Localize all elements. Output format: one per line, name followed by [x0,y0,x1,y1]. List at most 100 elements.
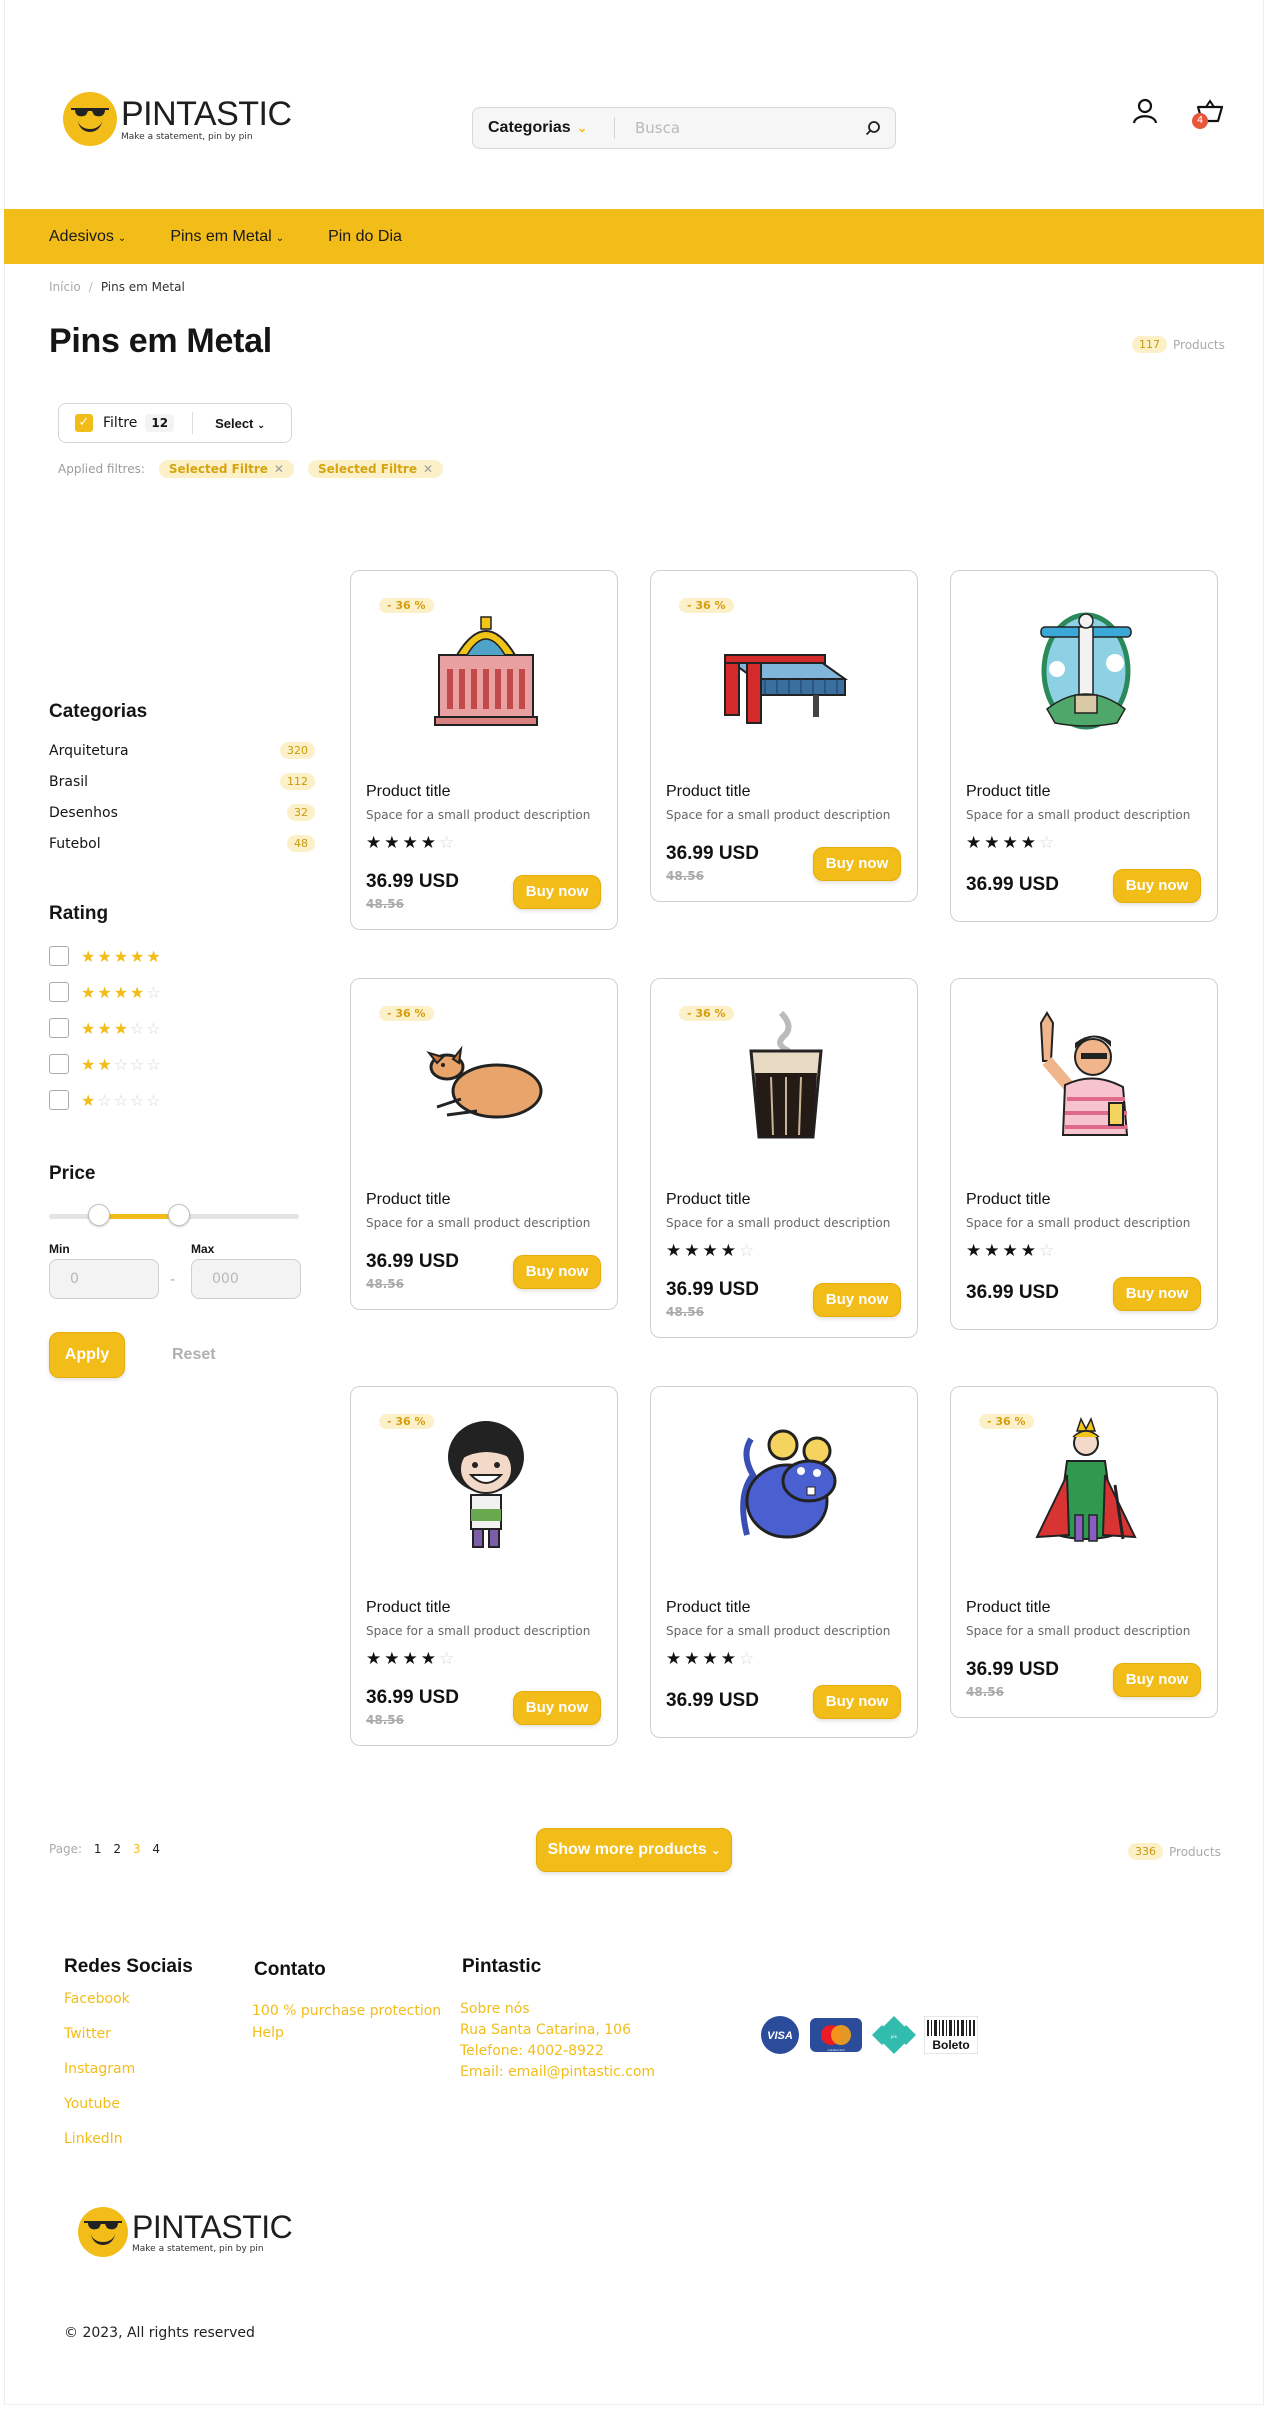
filter-select[interactable]: Select ⌄ [215,416,265,431]
rating-filter-2[interactable]: ★★☆☆☆ [49,1054,163,1074]
search-input[interactable] [635,119,865,137]
user-icon[interactable] [1131,97,1159,125]
footer-link-youtube[interactable]: Youtube [64,2096,120,2112]
product-title[interactable]: Product title [666,1191,750,1209]
close-icon[interactable]: ✕ [423,462,433,476]
brand-name: PINTASTIC [132,2208,293,2245]
footer-email[interactable]: Email: email@pintastic.com [460,2064,655,2080]
rating-filter-3[interactable]: ★★★☆☆ [49,1018,163,1038]
product-card[interactable]: - 36 % Product title Space for a small p… [350,570,618,930]
filter-checkbox[interactable]: ✓ [75,414,93,432]
product-card[interactable]: - 36 % Product title Space for a small p… [350,978,618,1310]
buy-now-button[interactable]: Buy now [513,1691,601,1725]
page-link-4[interactable]: 4 [152,1842,160,1856]
product-price: 36.99 USD [666,843,759,864]
close-icon[interactable]: ✕ [274,462,284,476]
category-futebol[interactable]: Futebol 48 [49,835,315,852]
footer-link-facebook[interactable]: Facebook [64,1991,130,2007]
buy-now-button[interactable]: Buy now [513,875,601,909]
footer-link-about[interactable]: Sobre nós [460,2001,530,2017]
footer-link-linkedin[interactable]: LinkedIn [64,2131,123,2147]
product-title[interactable]: Product title [666,1599,750,1617]
rating-checkbox[interactable] [49,1018,69,1038]
buy-now-button[interactable]: Buy now [813,847,901,881]
product-card[interactable]: Product title Space for a small product … [950,570,1218,922]
buy-now-button[interactable]: Buy now [1113,1277,1201,1311]
product-card[interactable]: Product title Space for a small product … [650,1386,918,1738]
slider-min-handle[interactable] [88,1204,110,1226]
product-description: Space for a small product description [366,808,591,822]
product-price: 36.99 USD [666,1690,759,1711]
buy-now-button[interactable]: Buy now [813,1685,901,1719]
product-title[interactable]: Product title [966,1191,1050,1209]
buy-now-button[interactable]: Buy now [813,1283,901,1317]
cart-count-badge: 4 [1192,113,1208,129]
page-title: Pins em Metal [49,322,272,360]
svg-text:VISA: VISA [767,2030,793,2042]
page-link-2[interactable]: 2 [113,1842,121,1856]
nav-item-pin-do-dia[interactable]: Pin do Dia [328,228,402,246]
product-price: 36.99 USD [666,1279,759,1300]
apply-button[interactable]: Apply [49,1332,125,1378]
product-title[interactable]: Product title [366,1599,450,1617]
rating-checkbox[interactable] [49,946,69,966]
product-card[interactable]: Product title Space for a small product … [950,978,1218,1330]
product-price: 36.99 USD [966,1282,1059,1303]
star-rating: ★★★★☆ [666,1649,758,1669]
rating-filter-4[interactable]: ★★★★☆ [49,982,163,1002]
christ-redeemer-pin-image [1040,612,1132,730]
product-card[interactable]: - 36 % Product title Space for a small p… [350,1386,618,1746]
category-desenhos[interactable]: Desenhos 32 [49,804,315,821]
applied-filter-tag[interactable]: Selected Filtre ✕ [158,460,294,478]
brand-name: PINTASTIC [121,94,292,133]
chevron-down-icon: ⌄ [577,121,588,135]
footer-link-help[interactable]: Help [252,2025,284,2041]
star-rating: ★★★★☆ [666,1241,758,1261]
price-min-input[interactable] [49,1259,159,1299]
nav-item-adesivos[interactable]: Adesivos ⌄ [49,228,126,246]
page-link-1[interactable]: 1 [94,1842,102,1856]
product-title[interactable]: Product title [966,1599,1050,1617]
product-title[interactable]: Product title [966,783,1050,801]
rating-filter-1[interactable]: ★☆☆☆☆ [49,1090,163,1110]
breadcrumb: Início / Pins em Metal [49,280,185,294]
product-title[interactable]: Product title [366,783,450,801]
show-more-products-button[interactable]: Show more products ⌄ [536,1828,732,1872]
product-card[interactable]: - 36 % Product title Space for a small p… [650,570,918,902]
slider-max-handle[interactable] [168,1204,190,1226]
site-logo[interactable]: PINTASTIC Make a statement, pin by pin [63,92,292,146]
category-brasil[interactable]: Brasil 112 [49,773,315,790]
price-max-input[interactable] [191,1259,301,1299]
page-link-3[interactable]: 3 [133,1842,141,1856]
footer-link-twitter[interactable]: Twitter [64,2026,111,2042]
product-title[interactable]: Product title [366,1191,450,1209]
total-product-count: 336 Products [1128,1843,1221,1860]
rating-checkbox[interactable] [49,1090,69,1110]
buy-now-button[interactable]: Buy now [1113,1663,1201,1697]
product-description: Space for a small product description [966,1624,1191,1638]
price-range-slider[interactable] [49,1204,299,1226]
product-title[interactable]: Product title [666,783,750,801]
reset-button[interactable]: Reset [172,1346,216,1364]
buy-now-button[interactable]: Buy now [1113,869,1201,903]
mouse-pin-image [740,1429,837,1539]
svg-text:mastercard: mastercard [827,2048,844,2052]
footer-link-instagram[interactable]: Instagram [64,2061,135,2077]
rating-filter-5[interactable]: ★★★★★ [49,946,163,966]
category-arquitetura[interactable]: Arquitetura 320 [49,742,315,759]
chevron-down-icon: ⌄ [711,1845,721,1857]
dog-pin-image [426,1045,543,1119]
product-card[interactable]: - 36 % Product title Space for a small p… [950,1386,1218,1718]
search-icon[interactable] [865,120,881,136]
rating-checkbox[interactable] [49,1054,69,1074]
breadcrumb-home[interactable]: Início [49,280,81,294]
buy-now-button[interactable]: Buy now [513,1255,601,1289]
brand-tagline: Make a statement, pin by pin [121,131,253,142]
applied-filter-tag[interactable]: Selected Filtre ✕ [307,460,444,478]
footer-logo[interactable]: PINTASTIC Make a statement, pin by pin [78,2207,293,2257]
rating-checkbox[interactable] [49,982,69,1002]
product-card[interactable]: - 36 % Product title Space for a small p… [650,978,918,1338]
footer-link-purchase-protection[interactable]: 100 % purchase protection [252,2003,441,2019]
search-category-select[interactable]: Categorias ⌄ [488,119,606,137]
nav-item-pins-em-metal[interactable]: Pins em Metal ⌄ [170,228,284,246]
